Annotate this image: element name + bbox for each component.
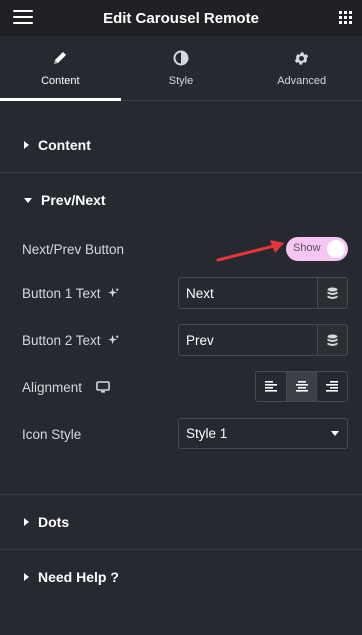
tab-label: Advanced [277,75,327,87]
align-left-button[interactable] [256,372,286,401]
section-title: Content [38,137,91,153]
tab-label: Style [168,75,194,87]
icon-style-select[interactable]: Style 1 [178,418,348,449]
next-prev-toggle[interactable]: Show [286,237,348,261]
caret-right-icon [24,141,29,149]
align-right-button[interactable] [316,372,347,401]
desktop-monitor-icon[interactable] [96,381,110,393]
align-center-button[interactable] [285,372,317,401]
button2-input-group: Prev [178,324,348,356]
button1-label-text: Button 1 Text [22,285,101,301]
toggle-knob [327,240,345,258]
align-left-icon [264,381,277,392]
section-help-header[interactable]: Need Help ? [0,550,362,604]
ai-sparkle-icon[interactable] [107,334,120,347]
align-right-icon [326,381,339,392]
caret-down-icon [24,197,32,203]
button2-label-text: Button 2 Text [22,332,101,348]
section-content-header[interactable]: Content [0,118,362,172]
pencil-icon [52,49,68,67]
tab-style[interactable]: Style [121,36,242,100]
alignment-label: Alignment [22,380,110,395]
annotation-arrow-icon [216,240,284,262]
dynamic-tags-database-icon[interactable] [317,277,348,309]
half-circle-icon [173,49,189,67]
section-title: Need Help ? [38,569,119,585]
button2-label: Button 2 Text [22,333,120,348]
button1-input-group: Next [178,277,348,309]
icon-style-value: Style 1 [186,426,228,441]
next-prev-button-label: Next/Prev Button [22,241,125,257]
button1-label: Button 1 Text [22,286,120,301]
tab-content[interactable]: Content [0,36,121,101]
button2-text-input[interactable]: Prev [178,324,317,356]
dynamic-tags-database-icon[interactable] [317,324,348,356]
tab-advanced[interactable]: Advanced [241,36,362,100]
caret-right-icon [24,573,29,581]
chevron-down-icon [331,431,339,436]
gear-icon [293,49,310,67]
panel-title: Edit Carousel Remote [103,9,259,27]
caret-right-icon [24,518,29,526]
tab-label: Content [41,75,80,87]
editor-header: Edit Carousel Remote [0,0,362,36]
section-prevnext-header[interactable]: Prev/Next [0,173,362,227]
ai-sparkle-icon[interactable] [107,287,120,300]
section-title: Dots [38,514,70,530]
section-dots-header[interactable]: Dots [0,495,362,549]
panel-tabs: Content Style Advanced [0,36,362,101]
section-title: Prev/Next [41,192,106,208]
alignment-choose-group [255,371,348,402]
hamburger-menu-icon[interactable] [13,10,33,25]
widgets-grid-icon[interactable] [339,11,352,24]
alignment-label-text: Alignment [22,379,83,395]
icon-style-label: Icon Style [22,426,82,442]
toggle-text: Show [293,242,321,254]
align-center-icon [295,381,308,392]
button1-text-input[interactable]: Next [178,277,317,309]
